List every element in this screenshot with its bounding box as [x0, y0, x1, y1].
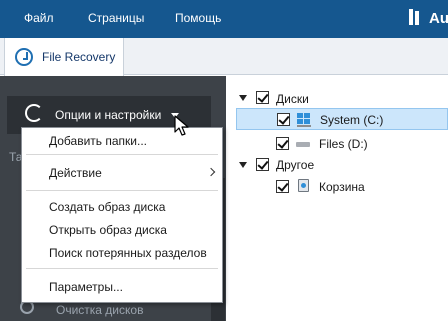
submenu-arrow-icon: [206, 167, 216, 177]
menu-item-add-folders[interactable]: Добавить папки...: [49, 134, 147, 148]
disks-label: Диски: [276, 92, 309, 106]
menu-item-open-image[interactable]: Открыть образ диска: [49, 223, 167, 237]
other-label: Другое: [276, 158, 315, 172]
expand-arrow-icon[interactable]: [239, 95, 247, 101]
menu-item-action[interactable]: Действие: [49, 166, 102, 180]
options-context-menu: Добавить папки... Действие Создать образ…: [21, 127, 223, 303]
app-title: Au: [429, 10, 448, 27]
file-recovery-icon: [15, 48, 33, 66]
menu-divider: [26, 268, 218, 269]
disks-checkbox[interactable]: [256, 91, 269, 104]
options-icon: [25, 104, 43, 122]
expand-arrow-icon[interactable]: [239, 162, 247, 168]
drive-c-checkbox[interactable]: [277, 113, 290, 126]
menu-item-find-partitions[interactable]: Поиск потерянных разделов: [49, 246, 207, 260]
disk-cleanup-label[interactable]: Очистка дисков: [56, 303, 143, 317]
recycle-label[interactable]: Корзина: [319, 180, 365, 194]
drive-c-row[interactable]: System (C:): [236, 108, 448, 130]
tab-file-recovery[interactable]: File Recovery: [4, 38, 124, 76]
options-settings-label: Опции и настройки: [55, 108, 162, 122]
drive-tree: Диски System (C:) Files (D:) Другое Корз…: [226, 76, 448, 321]
menu-item-settings[interactable]: Параметры...: [49, 280, 123, 294]
drive-d-label[interactable]: Files (D:): [319, 137, 368, 151]
menu-item-create-image[interactable]: Создать образ диска: [49, 200, 165, 214]
menu-divider: [26, 190, 218, 191]
menu-bar: Файл Страницы Помощь Au: [0, 0, 448, 38]
drive-c-label: System (C:): [320, 113, 384, 127]
other-checkbox[interactable]: [256, 158, 269, 171]
drive-d-checkbox[interactable]: [276, 137, 289, 150]
windows-drive-icon: [297, 113, 311, 127]
recycle-bin-icon: [298, 179, 309, 192]
recycle-checkbox[interactable]: [276, 180, 289, 193]
menu-help[interactable]: Помощь: [175, 11, 221, 25]
app-logo-icon: [409, 9, 423, 27]
drive-icon: [296, 142, 310, 147]
tab-file-recovery-label: File Recovery: [42, 50, 116, 64]
cursor-icon: [174, 115, 189, 136]
menu-divider: [26, 154, 218, 155]
menu-pages[interactable]: Страницы: [88, 11, 144, 25]
menu-file[interactable]: Файл: [24, 11, 54, 25]
